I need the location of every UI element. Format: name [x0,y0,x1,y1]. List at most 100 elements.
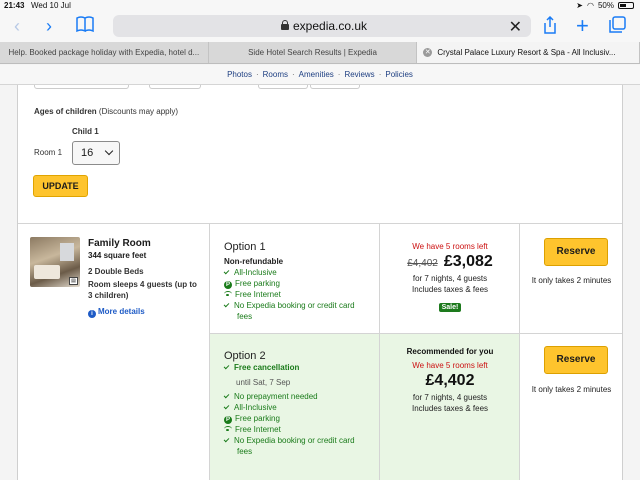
child-age-select[interactable]: 16 [72,141,120,165]
info-icon: i [88,310,96,318]
option-1-details: Option 1 Non-refundable All-Inclusive PF… [209,224,379,334]
option-2-details: Option 2 Free cancellation until Sat, 7 … [209,334,379,480]
feature-item: P Free parking [224,414,280,424]
location-icon: ➤ [576,1,583,10]
status-bar: 21:43 Wed 10 Jul ➤ ◠ 50% [0,0,640,12]
feature-item-continued: fees [237,312,253,321]
field-edge [149,85,201,89]
url-text: expedia.co.uk [293,19,368,33]
price: £4,402 [425,372,475,389]
wifi-icon [224,426,232,432]
rooms-left: We have 5 rooms left [412,361,488,370]
check-icon [223,363,230,370]
address-bar[interactable]: expedia.co.uk ✕ [113,15,531,37]
recommended-label: Recommended for you [406,347,494,356]
room-beds: 2 Double Beds [88,267,144,276]
reserve-button[interactable]: Reserve [544,238,608,266]
update-button[interactable]: UPDATE [33,175,88,197]
option-title: Option 2 [224,350,266,362]
room-photo-bed [34,265,60,279]
option-1-price: We have 5 rooms left £4,402 £3,082 for 7 … [379,224,519,334]
child-age-value: 16 [81,147,94,159]
check-icon [223,392,230,399]
nav-rooms[interactable]: Rooms [263,70,288,79]
feature-item: No prepayment needed [223,392,318,401]
bookmarks-icon[interactable] [76,16,94,38]
reserve-button[interactable]: Reserve [544,346,608,374]
nav-amenities[interactable]: Amenities [299,70,334,79]
stay-details: for 7 nights, 4 guests [412,274,488,283]
new-tab-icon[interactable]: + [576,15,589,37]
option-policy: Free cancellation [223,363,299,372]
feature-item: P Free parking [224,279,280,289]
close-tab-icon[interactable]: ✕ [423,48,433,57]
sale-badge-wrap: Sale! [380,296,520,314]
chevron-down-icon [104,146,114,156]
feature-item-continued: fees [237,447,253,456]
more-details-label: More details [98,307,145,316]
option-policy: Non-refundable [224,257,284,266]
taxes-note: Includes taxes & fees [411,404,489,413]
rooms-panel: Ages of children (Discounts may apply) C… [17,85,623,480]
option-2-reserve: Reserve It only takes 2 minutes [519,334,622,480]
nav-policies[interactable]: Policies [385,70,413,79]
nav-photos[interactable]: Photos [227,70,252,79]
tab-help[interactable]: Help. Booked package holiday with Expedi… [0,42,209,63]
more-details-link[interactable]: i More details [88,307,145,318]
status-date: Wed 10 Jul [31,1,71,10]
check-icon [223,403,230,410]
feature-item: No Expedia booking or credit card [223,301,355,310]
gallery-icon: ▤ [69,277,78,285]
taxes-note: Includes taxes & fees [411,285,489,294]
share-icon[interactable] [543,15,557,38]
back-icon[interactable]: ‹ [14,16,20,36]
room-photo[interactable]: ▤ [30,237,80,287]
lock-icon [281,20,289,30]
battery-fill [620,4,626,7]
wifi-icon [224,291,232,297]
field-edge [310,85,360,89]
forward-icon[interactable]: › [46,16,52,36]
original-price: £4,402 [407,258,438,269]
wifi-icon: ◠ [587,1,594,10]
feature-item: Free Internet [224,290,281,299]
hotel-section-nav: Photos · Rooms · Amenities · Reviews · P… [0,65,640,85]
status-time: 21:43 [4,1,25,10]
discount-note: (Discounts may apply) [98,107,179,116]
parking-icon: P [224,416,232,424]
option-1-reserve: Reserve It only takes 2 minutes [519,224,622,334]
field-edge [258,85,308,89]
room-size: 344 square feet [88,251,147,260]
option-title: Option 1 [224,241,266,253]
tabs-overview-icon[interactable] [609,16,626,37]
battery-percent: 50% [597,1,614,10]
price-row: £4,402 £3,082 [380,253,520,271]
tab-crystal-palace[interactable]: ✕ Crystal Palace Luxury Resort & Spa - A… [417,42,640,63]
hurry-note: It only takes 2 minutes [531,276,612,285]
clear-icon[interactable]: ✕ [509,17,522,37]
hurry-note: It only takes 2 minutes [531,385,612,394]
room-photo-window [60,243,74,261]
children-ages-heading: Ages of children (Discounts may apply) [34,107,179,116]
status-indicators: ➤ ◠ 50% [576,1,634,10]
sale-badge: Sale! [438,303,462,312]
nav-reviews[interactable]: Reviews [344,70,374,79]
check-icon [223,436,230,443]
feature-item: All-Inclusive [223,268,277,277]
tab-bar: Help. Booked package holiday with Expedi… [0,42,640,64]
parking-icon: P [224,281,232,289]
browser-toolbar: ‹ › expedia.co.uk ✕ + [0,12,640,42]
tab-search-results[interactable]: Side Hotel Search Results | Expedia [209,42,418,63]
battery-icon [618,2,634,9]
check-icon [223,268,230,275]
rooms-left: We have 5 rooms left [412,242,488,251]
field-edge [34,85,129,89]
feature-item: All-Inclusive [223,403,277,412]
stay-details: for 7 nights, 4 guests [412,393,488,402]
check-icon [223,301,230,308]
rate-options: Option 1 Non-refundable All-Inclusive PF… [209,224,622,480]
child-1-label: Child 1 [72,127,99,136]
option-2-price: Recommended for you We have 5 rooms left… [379,334,519,480]
room-1-label: Room 1 [34,148,63,157]
feature-item: Free Internet [224,425,281,434]
